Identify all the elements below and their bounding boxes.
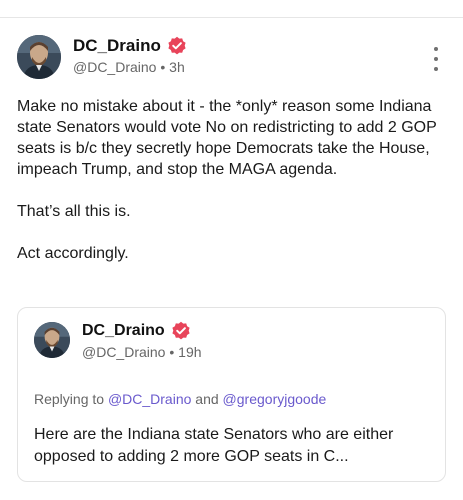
quoted-avatar[interactable]: [34, 322, 70, 358]
post-meta: @DC_Draino • 3h: [73, 59, 185, 75]
avatar[interactable]: [17, 35, 61, 79]
more-options-button[interactable]: [430, 47, 442, 71]
author-name-row: DC_Draino: [73, 36, 187, 56]
more-vertical-icon-dot: [434, 67, 438, 71]
top-divider: [0, 17, 463, 18]
quoted-author-name-row: DC_Draino: [82, 321, 191, 341]
post-header: DC_Draino @DC_Draino • 3h: [17, 35, 446, 79]
verified-badge-icon: [172, 321, 190, 340]
verified-badge-icon: [168, 36, 186, 55]
mention-link[interactable]: @gregoryjgoode: [223, 391, 327, 407]
post-time[interactable]: 3h: [169, 59, 185, 75]
quoted-author-display-name[interactable]: DC_Draino: [82, 322, 165, 340]
mention-link[interactable]: @DC_Draino: [108, 391, 191, 407]
replying-to-line: Replying to @DC_Draino and @gregoryjgood…: [34, 391, 326, 407]
more-vertical-icon-dot: [434, 47, 438, 51]
quoted-post-card[interactable]: DC_Draino @DC_Draino • 19h Replying to @…: [17, 307, 446, 482]
more-vertical-icon-dot: [434, 57, 438, 61]
post-body: Make no mistake about it - the *only* re…: [17, 98, 437, 262]
quoted-author-handle[interactable]: @DC_Draino: [82, 344, 165, 360]
meta-separator: •: [160, 59, 170, 75]
meta-separator: •: [169, 344, 179, 360]
author-handle[interactable]: @DC_Draino: [73, 59, 156, 75]
replying-and-label: and: [195, 391, 219, 407]
quoted-post-text: Here are the Indiana state Senators who …: [34, 426, 394, 465]
replying-to-label: Replying to: [34, 391, 105, 407]
quoted-post-time[interactable]: 19h: [178, 344, 201, 360]
quoted-post-meta: @DC_Draino • 19h: [82, 344, 202, 360]
author-display-name[interactable]: DC_Draino: [73, 36, 161, 56]
